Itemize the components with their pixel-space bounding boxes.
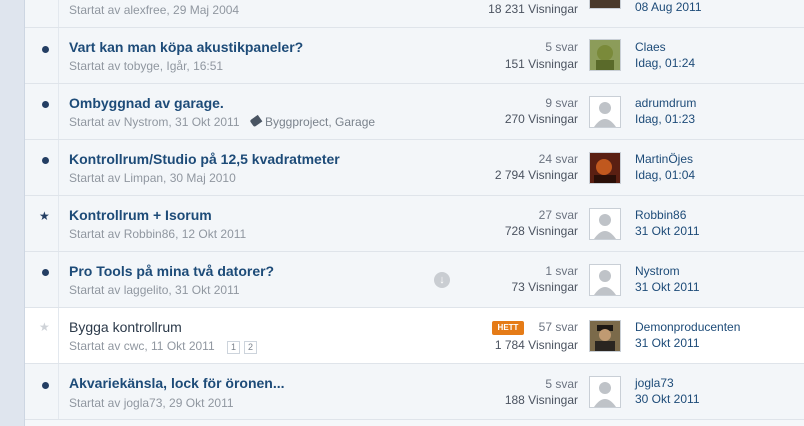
page-links: 12: [227, 341, 261, 354]
last-post-user[interactable]: Claes: [635, 40, 666, 54]
reply-count: 1 svar: [545, 264, 578, 278]
view-count: 2 794 Visningar: [494, 168, 578, 182]
view-count: 73 Visningar: [511, 280, 579, 294]
page-link[interactable]: 2: [244, 341, 258, 354]
last-post-date[interactable]: Idag, 01:24: [635, 56, 695, 70]
page-link[interactable]: 1: [227, 341, 241, 354]
topic-list: Startat av alexfree, 29 Maj 2004 18 231 …: [24, 0, 804, 426]
thread-meta: Startat av cwc, 11 Okt 2011: [69, 339, 215, 353]
status-column: [25, 0, 59, 27]
avatar[interactable]: [589, 208, 621, 240]
thread-title[interactable]: Kontrollrum + Isorum: [69, 207, 212, 223]
thread-meta: Startat av Limpan, 30 Maj 2010: [69, 171, 236, 185]
view-count: 18 231 Visningar: [488, 2, 578, 16]
last-post-date[interactable]: Idag, 01:23: [635, 112, 695, 126]
table-row: Akvariekänsla, lock för öronen... Starta…: [25, 364, 804, 420]
thread-title[interactable]: Ombyggnad av garage.: [69, 95, 224, 111]
thread-meta: Startat av alexfree, 29 Maj 2004: [69, 3, 240, 17]
last-post-date[interactable]: 08 Aug 2011: [635, 0, 702, 14]
view-count: 188 Visningar: [504, 393, 578, 407]
unread-dot-icon: [42, 157, 49, 164]
tag-list[interactable]: Byggproject, Garage: [265, 115, 375, 129]
unread-dot-icon: [42, 269, 49, 276]
table-row: Vart kan man köpa akustikpaneler? Starta…: [25, 28, 804, 84]
view-count: 728 Visningar: [504, 224, 578, 238]
reply-count: 9 svar: [545, 96, 578, 110]
reply-count: 27 svar: [538, 208, 578, 222]
thread-tags[interactable]: Byggproject, Garage: [249, 114, 375, 129]
reply-count: 24 svar: [538, 152, 578, 166]
thread-title[interactable]: Akvariekänsla, lock för öronen...: [69, 375, 285, 391]
star-icon: ★: [39, 320, 50, 334]
last-post-user[interactable]: jogla73: [635, 376, 674, 390]
last-post-date[interactable]: 30 Okt 2011: [635, 392, 700, 406]
thread-meta: Startat av tobyge, Igår, 16:51: [69, 59, 224, 73]
hot-badge: HETT: [492, 321, 524, 335]
table-row: Ombyggnad av garage. Startat av Nystrom,…: [25, 84, 804, 140]
view-count: 1 784 Visningar: [494, 338, 578, 352]
status-column: ★: [25, 196, 59, 251]
avatar[interactable]: [589, 96, 621, 128]
last-post-user[interactable]: Demonproducenten: [635, 320, 740, 334]
arrow-down-icon[interactable]: ↓: [434, 272, 450, 288]
table-row: Startat av alexfree, 29 Maj 2004 18 231 …: [25, 0, 804, 28]
thread-meta: Startat av Robbin86, 12 Okt 2011: [69, 227, 247, 241]
table-row: Pro Tools på mina två datorer? Startat a…: [25, 252, 804, 308]
unread-dot-icon: [42, 46, 49, 53]
status-column: [25, 140, 59, 195]
thread-meta: Startat av jogla73, 29 Okt 2011: [69, 396, 234, 410]
last-post-date[interactable]: Idag, 01:04: [635, 168, 695, 182]
last-post-date[interactable]: 31 Okt 2011: [635, 224, 700, 238]
status-column: [25, 28, 59, 83]
avatar[interactable]: [589, 39, 621, 71]
avatar[interactable]: [589, 264, 621, 296]
avatar[interactable]: [589, 0, 621, 9]
last-post-user[interactable]: Nystrom: [635, 264, 680, 278]
reply-count: 5 svar: [545, 40, 578, 54]
thread-title[interactable]: Kontrollrum/Studio på 12,5 kvadratmeter: [69, 151, 340, 167]
status-column: ★: [25, 308, 59, 363]
last-post-user[interactable]: MartinÖjes: [635, 152, 693, 166]
thread-meta: Startat av laggelito, 31 Okt 2011: [69, 283, 240, 297]
table-row: Kontrollrum/Studio på 12,5 kvadratmeter …: [25, 140, 804, 196]
view-count: 151 Visningar: [504, 57, 578, 71]
avatar[interactable]: [589, 376, 621, 408]
tag-icon: [249, 114, 263, 128]
thread-title[interactable]: Bygga kontrollrum: [69, 319, 182, 335]
last-post-date[interactable]: 31 Okt 2011: [635, 280, 700, 294]
sticky-star-icon: ★: [39, 209, 50, 223]
table-row: ★ Kontrollrum + Isorum Startat av Robbin…: [25, 196, 804, 252]
unread-dot-icon: [42, 101, 49, 108]
thread-title[interactable]: Vart kan man köpa akustikpaneler?: [69, 39, 303, 55]
unread-dot-icon: [42, 382, 49, 389]
thread-meta: Startat av Nystrom, 31 Okt 2011: [69, 115, 240, 129]
last-post-date[interactable]: 31 Okt 2011: [635, 336, 700, 350]
avatar[interactable]: [589, 152, 621, 184]
table-row: ★ Bygga kontrollrum Startat av cwc, 11 O…: [25, 308, 804, 364]
last-post-user[interactable]: adrumdrum: [635, 96, 696, 110]
reply-count: 5 svar: [545, 377, 578, 391]
status-column: [25, 364, 59, 419]
view-count: 270 Visningar: [504, 112, 578, 126]
status-column: [25, 252, 59, 307]
thread-title[interactable]: Pro Tools på mina två datorer?: [69, 263, 274, 279]
avatar[interactable]: [589, 320, 621, 352]
status-column: [25, 84, 59, 139]
last-post-user[interactable]: Robbin86: [635, 208, 686, 222]
reply-count: 57 svar: [538, 320, 578, 334]
